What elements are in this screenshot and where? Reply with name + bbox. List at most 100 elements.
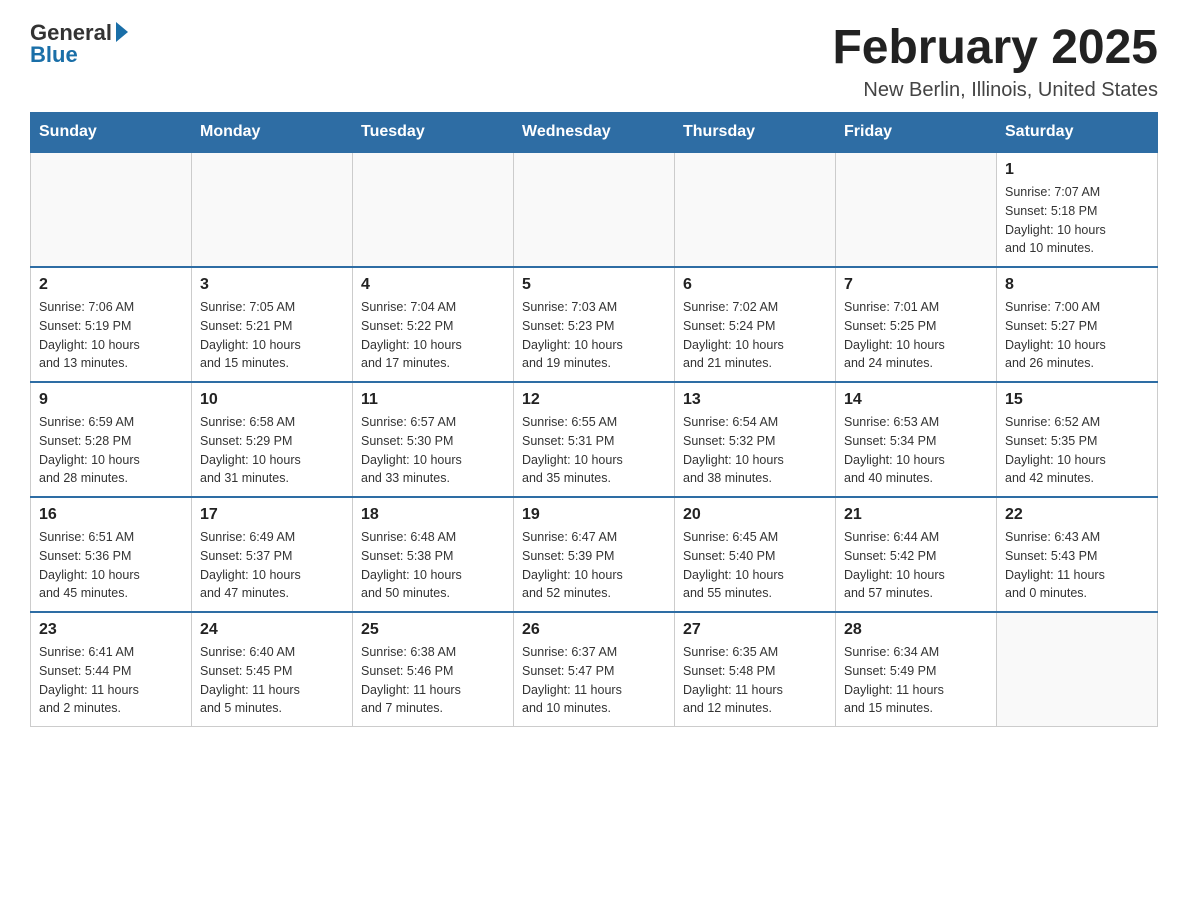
weekday-header-saturday: Saturday bbox=[997, 113, 1158, 153]
day-info: Sunrise: 6:49 AM Sunset: 5:37 PM Dayligh… bbox=[200, 528, 344, 603]
day-cell: 8 Sunrise: 7:00 AM Sunset: 5:27 PM Daylig… bbox=[997, 267, 1158, 382]
day-number: 5 bbox=[522, 276, 666, 294]
day-number: 1 bbox=[1005, 161, 1149, 179]
day-cell bbox=[192, 152, 353, 267]
weekday-header-monday: Monday bbox=[192, 113, 353, 153]
day-cell: 28 Sunrise: 6:34 AM Sunset: 5:49 PM Dayli… bbox=[836, 612, 997, 727]
logo-arrow-icon bbox=[116, 22, 128, 42]
day-info: Sunrise: 6:55 AM Sunset: 5:31 PM Dayligh… bbox=[522, 413, 666, 488]
week-row-1: 1 Sunrise: 7:07 AM Sunset: 5:18 PM Daylig… bbox=[31, 152, 1158, 267]
day-info: Sunrise: 7:01 AM Sunset: 5:25 PM Dayligh… bbox=[844, 298, 988, 373]
weekday-row: SundayMondayTuesdayWednesdayThursdayFrid… bbox=[31, 113, 1158, 153]
day-cell: 15 Sunrise: 6:52 AM Sunset: 5:35 PM Dayli… bbox=[997, 382, 1158, 497]
weekday-header-wednesday: Wednesday bbox=[514, 113, 675, 153]
day-info: Sunrise: 6:38 AM Sunset: 5:46 PM Dayligh… bbox=[361, 643, 505, 718]
calendar-body: 1 Sunrise: 7:07 AM Sunset: 5:18 PM Daylig… bbox=[31, 152, 1158, 727]
day-number: 27 bbox=[683, 621, 827, 639]
day-cell bbox=[353, 152, 514, 267]
day-number: 15 bbox=[1005, 391, 1149, 409]
day-cell: 26 Sunrise: 6:37 AM Sunset: 5:47 PM Dayli… bbox=[514, 612, 675, 727]
day-cell: 9Sunrise: 6:59 AM Sunset: 5:28 PM Daylig… bbox=[31, 382, 192, 497]
day-number: 7 bbox=[844, 276, 988, 294]
title-block: February 2025 New Berlin, Illinois, Unit… bbox=[832, 20, 1158, 102]
weekday-header-sunday: Sunday bbox=[31, 113, 192, 153]
day-number: 24 bbox=[200, 621, 344, 639]
day-info: Sunrise: 6:51 AM Sunset: 5:36 PM Dayligh… bbox=[39, 528, 183, 603]
day-info: Sunrise: 7:03 AM Sunset: 5:23 PM Dayligh… bbox=[522, 298, 666, 373]
day-info: Sunrise: 7:06 AM Sunset: 5:19 PM Dayligh… bbox=[39, 298, 183, 373]
day-number: 4 bbox=[361, 276, 505, 294]
day-number: 2 bbox=[39, 276, 183, 294]
day-info: Sunrise: 6:43 AM Sunset: 5:43 PM Dayligh… bbox=[1005, 528, 1149, 603]
day-info: Sunrise: 7:04 AM Sunset: 5:22 PM Dayligh… bbox=[361, 298, 505, 373]
calendar-title: February 2025 bbox=[832, 20, 1158, 75]
day-cell bbox=[514, 152, 675, 267]
day-cell: 3 Sunrise: 7:05 AM Sunset: 5:21 PM Daylig… bbox=[192, 267, 353, 382]
weekday-header-friday: Friday bbox=[836, 113, 997, 153]
day-cell bbox=[836, 152, 997, 267]
day-cell: 10Sunrise: 6:58 AM Sunset: 5:29 PM Dayli… bbox=[192, 382, 353, 497]
day-number: 8 bbox=[1005, 276, 1149, 294]
logo: General Blue bbox=[30, 20, 128, 68]
calendar-table: SundayMondayTuesdayWednesdayThursdayFrid… bbox=[30, 112, 1158, 727]
day-number: 22 bbox=[1005, 506, 1149, 524]
day-number: 12 bbox=[522, 391, 666, 409]
day-cell: 16 Sunrise: 6:51 AM Sunset: 5:36 PM Dayli… bbox=[31, 497, 192, 612]
day-number: 10 bbox=[200, 391, 344, 409]
day-info: Sunrise: 6:41 AM Sunset: 5:44 PM Dayligh… bbox=[39, 643, 183, 718]
day-info: Sunrise: 6:57 AM Sunset: 5:30 PM Dayligh… bbox=[361, 413, 505, 488]
day-cell: 12 Sunrise: 6:55 AM Sunset: 5:31 PM Dayli… bbox=[514, 382, 675, 497]
day-info: Sunrise: 7:00 AM Sunset: 5:27 PM Dayligh… bbox=[1005, 298, 1149, 373]
day-info: Sunrise: 6:35 AM Sunset: 5:48 PM Dayligh… bbox=[683, 643, 827, 718]
day-info: Sunrise: 6:47 AM Sunset: 5:39 PM Dayligh… bbox=[522, 528, 666, 603]
calendar-header: SundayMondayTuesdayWednesdayThursdayFrid… bbox=[31, 113, 1158, 153]
day-cell: 20 Sunrise: 6:45 AM Sunset: 5:40 PM Dayli… bbox=[675, 497, 836, 612]
day-cell: 14Sunrise: 6:53 AM Sunset: 5:34 PM Dayli… bbox=[836, 382, 997, 497]
day-number: 28 bbox=[844, 621, 988, 639]
day-info: Sunrise: 6:45 AM Sunset: 5:40 PM Dayligh… bbox=[683, 528, 827, 603]
day-info: Sunrise: 7:05 AM Sunset: 5:21 PM Dayligh… bbox=[200, 298, 344, 373]
day-info: Sunrise: 6:53 AM Sunset: 5:34 PM Dayligh… bbox=[844, 413, 988, 488]
day-number: 25 bbox=[361, 621, 505, 639]
day-info: Sunrise: 6:34 AM Sunset: 5:49 PM Dayligh… bbox=[844, 643, 988, 718]
day-info: Sunrise: 6:48 AM Sunset: 5:38 PM Dayligh… bbox=[361, 528, 505, 603]
day-cell: 2 Sunrise: 7:06 AM Sunset: 5:19 PM Daylig… bbox=[31, 267, 192, 382]
day-number: 23 bbox=[39, 621, 183, 639]
day-number: 3 bbox=[200, 276, 344, 294]
day-number: 20 bbox=[683, 506, 827, 524]
day-cell: 6 Sunrise: 7:02 AM Sunset: 5:24 PM Daylig… bbox=[675, 267, 836, 382]
day-number: 18 bbox=[361, 506, 505, 524]
day-cell bbox=[31, 152, 192, 267]
day-number: 17 bbox=[200, 506, 344, 524]
day-number: 11 bbox=[361, 391, 505, 409]
day-cell: 22 Sunrise: 6:43 AM Sunset: 5:43 PM Dayli… bbox=[997, 497, 1158, 612]
week-row-3: 9Sunrise: 6:59 AM Sunset: 5:28 PM Daylig… bbox=[31, 382, 1158, 497]
day-cell: 25 Sunrise: 6:38 AM Sunset: 5:46 PM Dayli… bbox=[353, 612, 514, 727]
day-number: 26 bbox=[522, 621, 666, 639]
day-number: 6 bbox=[683, 276, 827, 294]
logo-blue-text: Blue bbox=[30, 42, 78, 68]
weekday-header-tuesday: Tuesday bbox=[353, 113, 514, 153]
day-cell: 19 Sunrise: 6:47 AM Sunset: 5:39 PM Dayli… bbox=[514, 497, 675, 612]
day-cell bbox=[675, 152, 836, 267]
day-cell: 5 Sunrise: 7:03 AM Sunset: 5:23 PM Daylig… bbox=[514, 267, 675, 382]
day-info: Sunrise: 6:52 AM Sunset: 5:35 PM Dayligh… bbox=[1005, 413, 1149, 488]
day-cell: 27 Sunrise: 6:35 AM Sunset: 5:48 PM Dayli… bbox=[675, 612, 836, 727]
day-info: Sunrise: 6:40 AM Sunset: 5:45 PM Dayligh… bbox=[200, 643, 344, 718]
day-number: 16 bbox=[39, 506, 183, 524]
day-number: 19 bbox=[522, 506, 666, 524]
day-cell: 18 Sunrise: 6:48 AM Sunset: 5:38 PM Dayli… bbox=[353, 497, 514, 612]
day-number: 13 bbox=[683, 391, 827, 409]
day-cell: 23 Sunrise: 6:41 AM Sunset: 5:44 PM Dayli… bbox=[31, 612, 192, 727]
day-info: Sunrise: 7:07 AM Sunset: 5:18 PM Dayligh… bbox=[1005, 183, 1149, 258]
page-header: General Blue February 2025 New Berlin, I… bbox=[30, 20, 1158, 102]
week-row-5: 23 Sunrise: 6:41 AM Sunset: 5:44 PM Dayli… bbox=[31, 612, 1158, 727]
day-cell bbox=[997, 612, 1158, 727]
day-info: Sunrise: 6:37 AM Sunset: 5:47 PM Dayligh… bbox=[522, 643, 666, 718]
day-cell: 1 Sunrise: 7:07 AM Sunset: 5:18 PM Daylig… bbox=[997, 152, 1158, 267]
week-row-2: 2 Sunrise: 7:06 AM Sunset: 5:19 PM Daylig… bbox=[31, 267, 1158, 382]
day-number: 21 bbox=[844, 506, 988, 524]
day-cell: 24 Sunrise: 6:40 AM Sunset: 5:45 PM Dayli… bbox=[192, 612, 353, 727]
day-number: 9 bbox=[39, 391, 183, 409]
day-info: Sunrise: 7:02 AM Sunset: 5:24 PM Dayligh… bbox=[683, 298, 827, 373]
